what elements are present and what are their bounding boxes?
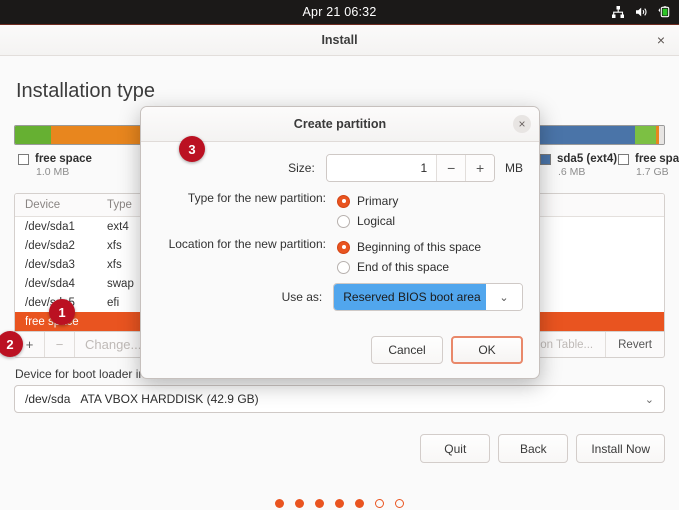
- boot-loader-device: /dev/sda: [25, 392, 71, 406]
- network-icon[interactable]: [611, 5, 625, 19]
- location-option-beginning[interactable]: Beginning of this space: [337, 237, 481, 257]
- location-option-beginning-label: Beginning of this space: [357, 240, 482, 254]
- dialog-close-icon[interactable]: ×: [513, 115, 531, 133]
- progress-dot-3: [315, 499, 324, 508]
- boot-loader-description: ATA VBOX HARDDISK (42.9 GB): [80, 392, 259, 406]
- location-radio-group: Beginning of this space End of this spac…: [337, 237, 481, 277]
- window-titlebar: Install ×: [0, 25, 679, 56]
- system-top-bar: Apr 21 06:32: [0, 0, 679, 24]
- partition-segment-sda1: [15, 126, 52, 144]
- legend-item: free space 1.0 MB: [18, 153, 92, 178]
- legend-label: sda5 (ext4): [557, 153, 618, 165]
- system-tray: [611, 0, 671, 24]
- legend-item: sda5 (ext4) .6 MB: [540, 153, 617, 178]
- partition-segment-free: [634, 126, 656, 144]
- window-title: Install: [321, 33, 358, 47]
- type-radio-group: Primary Logical: [337, 191, 398, 231]
- progress-dot-5: [355, 499, 364, 508]
- legend-size: 1.7 GB: [636, 166, 669, 178]
- annotation-badge-3: 3: [179, 136, 205, 162]
- table-header-device[interactable]: Device: [15, 199, 97, 211]
- legend-label: free space: [35, 153, 92, 165]
- ok-button[interactable]: OK: [451, 336, 523, 364]
- partition-segment-sda5: [592, 126, 635, 144]
- type-row: Type for the new partition: Primary Logi…: [157, 191, 523, 231]
- partition-segment-tail: [659, 126, 664, 144]
- dialog-body: Size: 1 − + MB Type for the new partitio…: [141, 142, 539, 330]
- legend-swatch-icon: [540, 153, 551, 165]
- annotation-badge-1: 1: [49, 299, 75, 325]
- quit-button[interactable]: Quit: [420, 434, 491, 463]
- chevron-down-icon: ⌄: [644, 393, 654, 406]
- close-icon[interactable]: ×: [653, 32, 669, 48]
- legend-label: free space: [635, 153, 679, 165]
- radio-icon[interactable]: [337, 240, 350, 254]
- revert-button[interactable]: Revert: [605, 332, 664, 357]
- window-action-buttons: Quit Back Install Now: [14, 434, 665, 463]
- table-cell-device: /dev/sda3: [25, 258, 75, 271]
- location-label: Location for the new partition:: [168, 237, 326, 251]
- location-row: Location for the new partition: Beginnin…: [157, 237, 523, 277]
- radio-icon[interactable]: [337, 214, 350, 228]
- battery-icon[interactable]: [657, 5, 671, 19]
- use-as-select[interactable]: Reserved BIOS boot area ⌄: [333, 283, 523, 311]
- boot-loader-device-select[interactable]: /dev/sda ATA VBOX HARDDISK (42.9 GB) ⌄: [14, 385, 665, 413]
- location-option-end-label: End of this space: [357, 260, 450, 274]
- size-stepper[interactable]: 1 − +: [325, 154, 495, 182]
- type-label: Type for the new partition:: [187, 191, 326, 205]
- progress-dot-2: [295, 499, 304, 508]
- chevron-down-icon: ⌄: [486, 284, 522, 310]
- size-label: Size:: [288, 161, 315, 175]
- location-option-end[interactable]: End of this space: [337, 257, 481, 277]
- legend-swatch-icon: [18, 153, 29, 165]
- dialog-title: Create partition: [293, 117, 387, 131]
- size-input[interactable]: 1: [326, 155, 437, 181]
- use-as-row: Use as: Reserved BIOS boot area ⌄: [157, 283, 523, 311]
- progress-dot-4: [335, 499, 344, 508]
- table-cell-device: /dev/sda4: [25, 277, 75, 290]
- size-decrement-button[interactable]: −: [436, 155, 466, 181]
- progress-dot-6: [375, 499, 384, 508]
- volume-icon[interactable]: [634, 5, 648, 19]
- size-unit-label: MB: [505, 161, 523, 175]
- table-cell-device: /dev/sda2: [25, 239, 75, 252]
- size-increment-button[interactable]: +: [465, 155, 494, 181]
- install-now-button[interactable]: Install Now: [576, 434, 665, 463]
- radio-icon[interactable]: [337, 194, 350, 208]
- type-option-logical-label: Logical: [357, 214, 396, 228]
- dialog-actions: Cancel OK: [141, 330, 539, 378]
- use-as-value: Reserved BIOS boot area: [334, 284, 486, 310]
- progress-dots: [0, 499, 679, 508]
- use-as-label: Use as:: [281, 290, 323, 304]
- remove-partition-button[interactable]: −: [45, 332, 75, 357]
- progress-dot-1: [275, 499, 284, 508]
- legend-size: 1.0 MB: [36, 166, 70, 178]
- back-button[interactable]: Back: [498, 434, 569, 463]
- page-title: Installation type: [16, 80, 155, 102]
- system-clock: Apr 21 06:32: [302, 5, 377, 19]
- legend-item: free space1.7 GB: [618, 153, 679, 178]
- dialog-titlebar: Create partition ×: [141, 107, 539, 142]
- progress-dot-7: [395, 499, 404, 508]
- legend-size: .6 MB: [558, 166, 586, 178]
- radio-icon[interactable]: [337, 260, 350, 274]
- cancel-button[interactable]: Cancel: [371, 336, 443, 364]
- type-option-primary-label: Primary: [357, 194, 399, 208]
- type-option-primary[interactable]: Primary: [337, 191, 398, 211]
- table-cell-device: /dev/sda1: [25, 220, 75, 233]
- type-option-logical[interactable]: Logical: [337, 211, 398, 231]
- legend-swatch-icon: [618, 153, 629, 165]
- size-row: Size: 1 − + MB: [157, 154, 523, 182]
